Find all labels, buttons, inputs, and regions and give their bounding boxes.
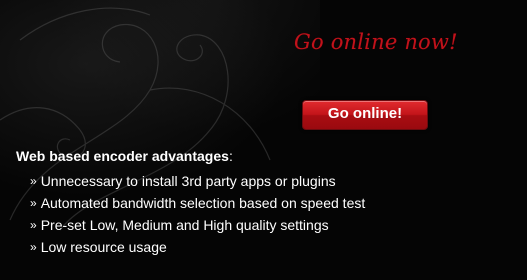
advantages-list: » Unnecessary to install 3rd party apps o… bbox=[30, 171, 365, 259]
bullet-icon: » bbox=[30, 174, 37, 188]
bullet-icon: » bbox=[30, 196, 37, 210]
bullet-icon: » bbox=[30, 240, 37, 254]
list-item-text: Unnecessary to install 3rd party apps or… bbox=[40, 173, 336, 189]
go-online-now-tagline: Go online now! bbox=[294, 30, 458, 54]
advantages-heading-colon: : bbox=[228, 148, 233, 164]
list-item: » Automated bandwidth selection based on … bbox=[30, 193, 365, 215]
list-item: » Pre-set Low, Medium and High quality se… bbox=[30, 215, 365, 237]
list-item: » Unnecessary to install 3rd party apps o… bbox=[30, 171, 365, 193]
promo-panel: Go online now! Go online! Web based enco… bbox=[0, 0, 527, 280]
advantages-heading: Web based encoder advantages: bbox=[16, 147, 233, 165]
list-item-text: Automated bandwidth selection based on s… bbox=[40, 195, 366, 211]
list-item-text: Low resource usage bbox=[40, 239, 167, 255]
go-online-button[interactable]: Go online! bbox=[302, 100, 428, 130]
advantages-heading-text: Web based encoder advantages bbox=[16, 148, 229, 164]
list-item: » Low resource usage bbox=[30, 237, 365, 259]
bullet-icon: » bbox=[30, 218, 37, 232]
list-item-text: Pre-set Low, Medium and High quality set… bbox=[40, 217, 329, 233]
